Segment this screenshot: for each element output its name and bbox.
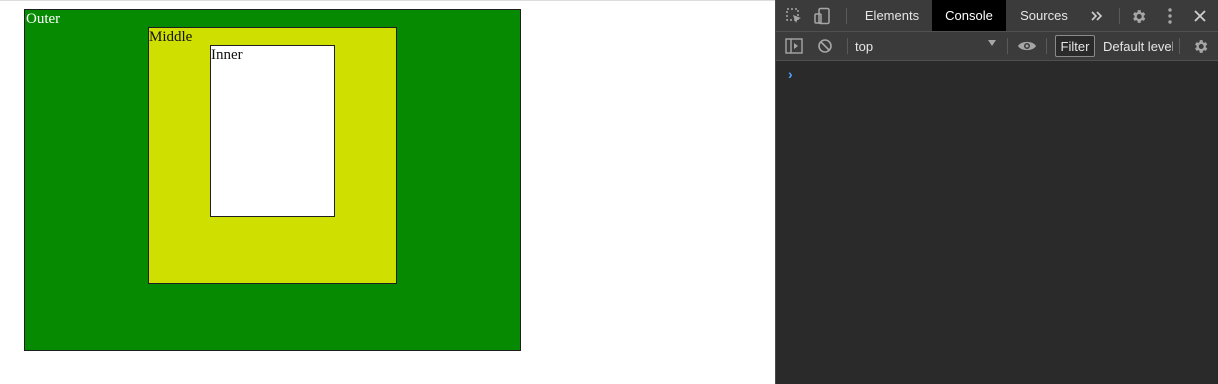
log-levels-dropdown[interactable]: Default levels — [1103, 32, 1173, 60]
devtools-tabbar: Elements Console Sources — [776, 0, 1218, 32]
tabbar-separator — [1119, 8, 1120, 24]
outer-box[interactable]: Outer Middle Inner — [24, 9, 521, 351]
close-icon[interactable] — [1190, 6, 1210, 26]
console-toolbar: top Filter Default levels — [776, 32, 1218, 61]
tabbar-separator — [846, 8, 847, 24]
chevron-down-icon — [988, 40, 996, 46]
console-settings-gear-icon[interactable] — [1190, 37, 1210, 55]
inner-box[interactable]: Inner — [210, 45, 335, 217]
devtools-panel: Elements Console Sources top Filter Defa… — [775, 0, 1218, 384]
console-output[interactable]: › — [776, 61, 1218, 384]
middle-label: Middle — [149, 29, 193, 45]
inner-label: Inner — [211, 47, 243, 63]
tab-elements[interactable]: Elements — [856, 0, 928, 31]
outer-label: Outer — [26, 11, 61, 27]
tab-console[interactable]: Console — [932, 0, 1006, 31]
more-options-icon[interactable] — [1160, 6, 1180, 26]
page-viewport: Outer Middle Inner — [0, 0, 775, 384]
context-label: top — [855, 38, 874, 54]
filter-input[interactable]: Filter — [1055, 35, 1095, 57]
viewport-top-border — [0, 0, 775, 1]
clear-console-icon[interactable] — [815, 37, 835, 55]
middle-box[interactable]: Middle Inner — [148, 27, 397, 284]
inspect-element-icon[interactable] — [784, 6, 804, 26]
toolbar-separator — [847, 38, 848, 54]
toolbar-separator — [1007, 38, 1008, 54]
gear-icon[interactable] — [1128, 6, 1148, 26]
console-prompt-icon[interactable]: › — [788, 66, 793, 82]
toolbar-separator — [1179, 38, 1180, 54]
toolbar-separator — [1046, 38, 1047, 54]
eye-icon[interactable] — [1016, 37, 1038, 55]
tab-sources[interactable]: Sources — [1010, 0, 1078, 31]
context-selector[interactable]: top — [855, 32, 1005, 60]
device-toolbar-icon[interactable] — [812, 6, 832, 26]
double-chevron-right-icon[interactable] — [1087, 6, 1107, 26]
sidebar-toggle-icon[interactable] — [784, 37, 804, 55]
